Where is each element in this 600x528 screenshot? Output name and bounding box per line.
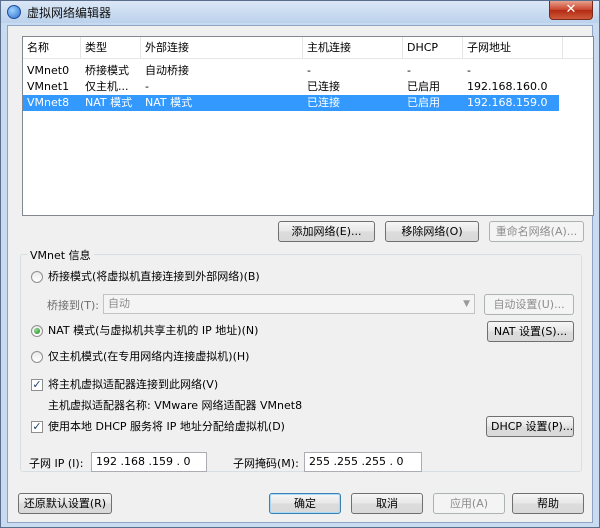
column-header-subnet[interactable]: 子网地址 — [463, 37, 563, 59]
dhcp-settings-button[interactable]: DHCP 设置(P)... — [486, 416, 574, 437]
subnet-ip-label: 子网 IP (I): — [29, 457, 84, 470]
bridged-mode-label: 桥接模式(将虚拟机直接连接到外部网络)(B) — [48, 270, 260, 283]
table-row-selected[interactable]: VMnet8 NAT 模式 NAT 模式 已连接 已启用 192.168.159… — [23, 95, 559, 111]
cell-type: NAT 模式 — [85, 96, 133, 109]
cell-subnet: 192.168.160.0 — [467, 80, 548, 93]
network-list[interactable]: 名称 类型 外部连接 主机连接 DHCP 子网地址 VMnet0 桥接模式 自动… — [22, 36, 594, 216]
cell-dhcp: 已启用 — [407, 96, 440, 109]
column-header-host[interactable]: 主机连接 — [303, 37, 403, 59]
window-title: 虚拟网络编辑器 — [27, 6, 112, 20]
vmnet-info-group: VMnet 信息 桥接模式(将虚拟机直接连接到外部网络)(B) 桥接到(T): … — [20, 247, 582, 472]
cell-subnet: 192.168.159.0 — [467, 96, 548, 109]
radio-indicator — [31, 351, 43, 363]
connect-host-adapter-label: 将主机虚拟适配器连接到此网络(V) — [48, 378, 219, 391]
nat-mode-label: NAT 模式(与虚拟机共享主机的 IP 地址)(N) — [48, 324, 259, 337]
nat-settings-button[interactable]: NAT 设置(S)... — [487, 321, 574, 342]
virtual-network-editor-window: 虚拟网络编辑器 ✕ 名称 类型 外部连接 主机连接 DHCP 子网地址 VMne… — [0, 0, 600, 528]
cell-type: 桥接模式 — [85, 64, 129, 77]
column-header-type[interactable]: 类型 — [81, 37, 141, 59]
cell-external: NAT 模式 — [145, 96, 193, 109]
column-header-external[interactable]: 外部连接 — [141, 37, 303, 59]
close-button[interactable]: ✕ — [549, 1, 593, 20]
add-network-button[interactable]: 添加网络(E)... — [278, 221, 375, 242]
cell-dhcp: 已启用 — [407, 80, 440, 93]
local-dhcp-label: 使用本地 DHCP 服务将 IP 地址分配给虚拟机(D) — [48, 420, 285, 433]
connect-host-adapter-checkbox[interactable]: ✓ 将主机虚拟适配器连接到此网络(V) — [31, 377, 271, 393]
app-globe-icon — [7, 5, 21, 19]
chevron-down-icon: ▼ — [463, 299, 470, 309]
nat-mode-radio[interactable]: NAT 模式(与虚拟机共享主机的 IP 地址)(N) — [31, 323, 291, 339]
column-header-dhcp[interactable]: DHCP — [403, 37, 463, 59]
subnet-ip-input[interactable]: 192 .168 .159 . 0 — [91, 452, 207, 472]
host-only-mode-radio[interactable]: 仅主机模式(在专用网络内连接虚拟机)(H) — [31, 349, 291, 365]
ok-button[interactable]: 确定 — [269, 493, 341, 514]
subnet-mask-label: 子网掩码(M): — [233, 457, 299, 470]
cell-external: 自动桥接 — [145, 64, 189, 77]
cell-name: VMnet1 — [27, 80, 70, 93]
cell-external: - — [145, 80, 149, 93]
apply-button[interactable]: 应用(A) — [433, 493, 505, 514]
bridged-to-value: 自动 — [108, 297, 130, 310]
list-header: 名称 类型 外部连接 主机连接 DHCP 子网地址 — [23, 37, 593, 59]
bridged-to-label: 桥接到(T): — [47, 299, 100, 312]
bridged-to-select[interactable]: 自动 ▼ — [103, 294, 475, 314]
bridged-mode-radio[interactable]: 桥接模式(将虚拟机直接连接到外部网络)(B) — [31, 269, 291, 285]
cell-name: VMnet8 — [27, 96, 70, 109]
help-button[interactable]: 帮助 — [512, 493, 584, 514]
column-header-name[interactable]: 名称 — [23, 37, 81, 59]
subnet-mask-input[interactable]: 255 .255 .255 . 0 — [304, 452, 422, 472]
cell-host: 已连接 — [307, 80, 340, 93]
checkmark-icon: ✓ — [31, 420, 43, 433]
radio-indicator-selected — [31, 325, 43, 337]
cell-dhcp: - — [407, 64, 411, 77]
remove-network-button[interactable]: 移除网络(O) — [385, 221, 479, 242]
group-title: VMnet 信息 — [27, 247, 94, 263]
cancel-button[interactable]: 取消 — [351, 493, 423, 514]
table-row[interactable]: VMnet1 仅主机... - 已连接 已启用 192.168.160.0 — [23, 79, 593, 95]
radio-indicator — [31, 271, 43, 283]
host-only-mode-label: 仅主机模式(在专用网络内连接虚拟机)(H) — [48, 350, 250, 363]
auto-settings-button[interactable]: 自动设置(U)... — [484, 294, 574, 315]
dialog-client-area: 名称 类型 外部连接 主机连接 DHCP 子网地址 VMnet0 桥接模式 自动… — [7, 25, 594, 523]
cell-host: 已连接 — [307, 96, 340, 109]
restore-defaults-button[interactable]: 还原默认设置(R) — [18, 493, 112, 514]
host-adapter-name: 主机虚拟适配器名称: VMware 网络适配器 VMnet8 — [48, 399, 303, 412]
cell-subnet: - — [467, 64, 471, 77]
cell-type: 仅主机... — [85, 80, 129, 93]
local-dhcp-checkbox[interactable]: ✓ 使用本地 DHCP 服务将 IP 地址分配给虚拟机(D) — [31, 419, 311, 435]
cell-host: - — [307, 64, 311, 77]
checkmark-icon: ✓ — [31, 378, 43, 391]
table-row[interactable]: VMnet0 桥接模式 自动桥接 - - - — [23, 63, 593, 79]
rename-network-button[interactable]: 重命名网络(A)... — [489, 221, 584, 242]
title-bar: 虚拟网络编辑器 ✕ — [1, 1, 599, 23]
cell-name: VMnet0 — [27, 64, 70, 77]
